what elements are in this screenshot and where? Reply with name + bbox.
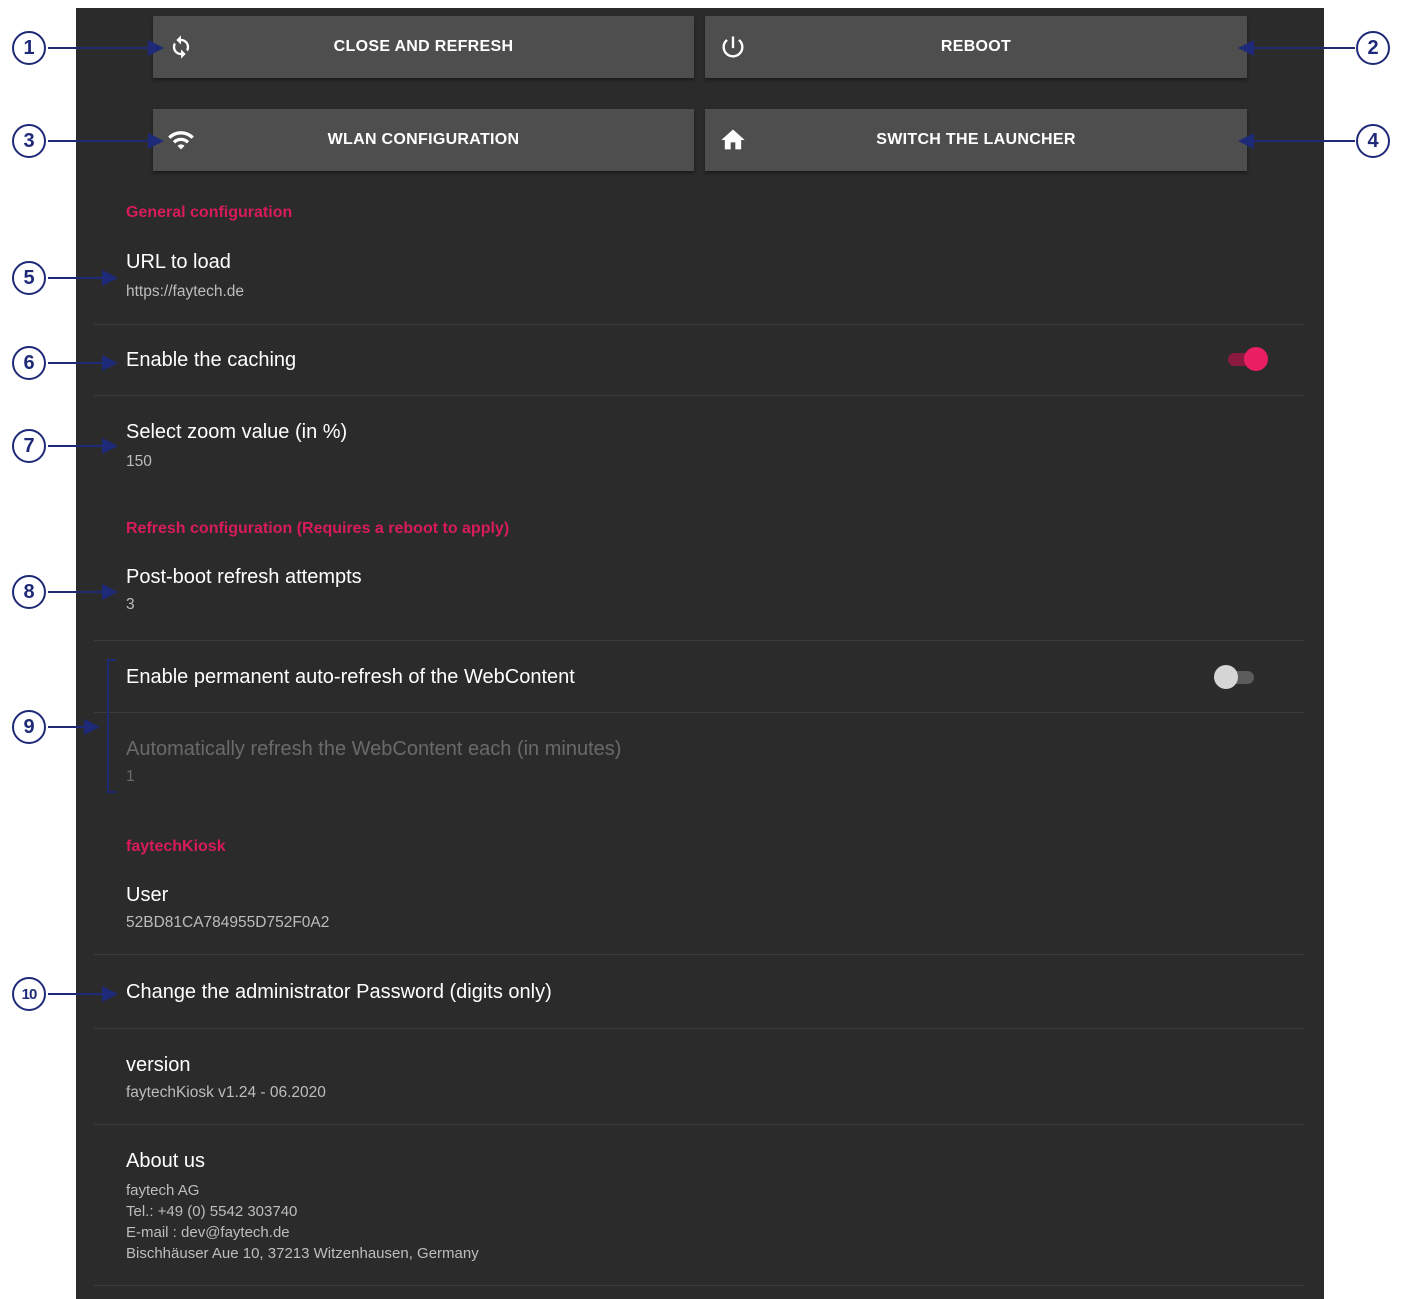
callout-9: 9 [12,710,46,744]
callout-1: 1 [12,31,46,65]
callout-bracket-9 [107,659,116,793]
callout-arrows [48,40,1355,1002]
callout-3: 3 [12,124,46,158]
callout-4: 4 [1356,124,1390,158]
callout-5: 5 [12,261,46,295]
callout-6: 6 [12,346,46,380]
callout-2: 2 [1356,31,1390,65]
callout-8: 8 [12,575,46,609]
callout-7: 7 [12,429,46,463]
callout-10: 10 [12,977,46,1011]
